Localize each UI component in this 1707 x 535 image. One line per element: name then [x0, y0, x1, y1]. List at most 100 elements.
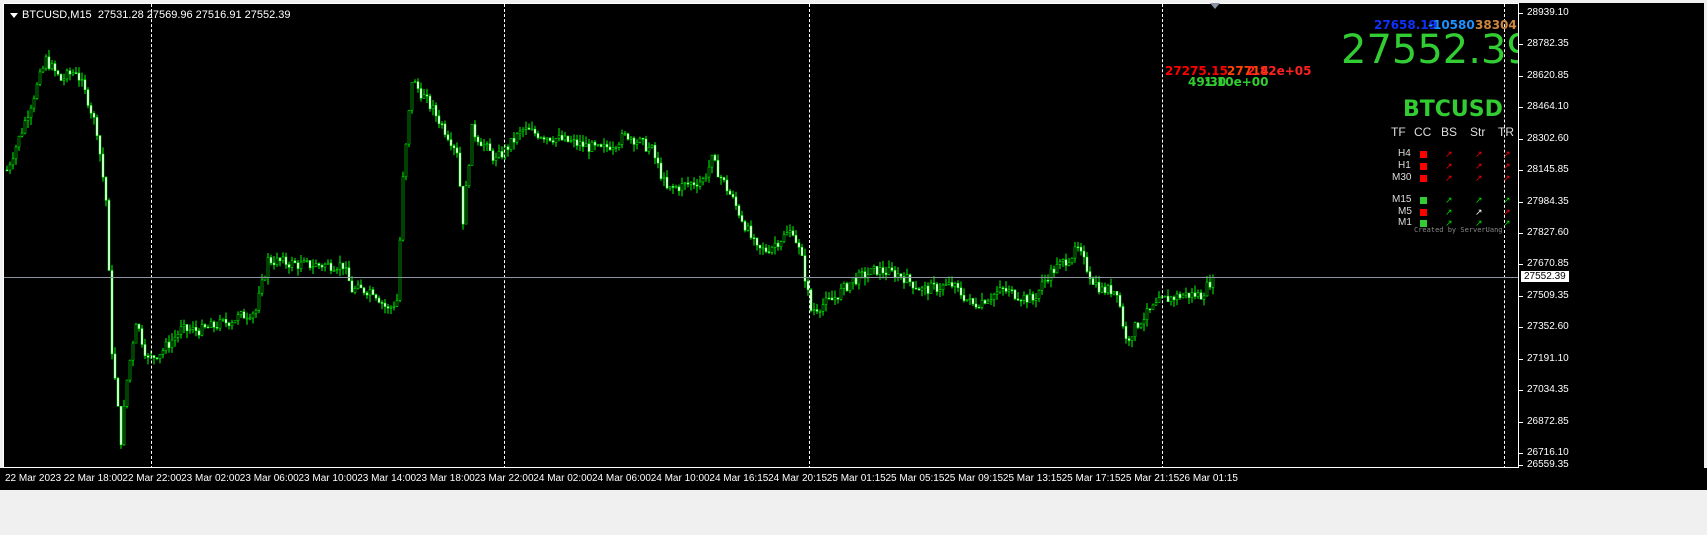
candle-body	[758, 244, 762, 249]
candle-body	[218, 319, 222, 329]
candle-body	[383, 302, 387, 307]
candle-body	[533, 128, 537, 134]
candle-body	[638, 137, 642, 143]
ohlc-values: 27531.28 27569.96 27516.91 27552.39	[97, 9, 291, 21]
candle-body	[716, 160, 720, 178]
candle-body	[500, 151, 504, 158]
price-tick-label: 27827.60	[1519, 227, 1569, 238]
candle-body	[74, 72, 78, 74]
candle-body	[554, 138, 558, 143]
candle-body	[449, 139, 453, 146]
candle-body	[692, 182, 696, 186]
candle-body	[254, 309, 258, 314]
candle-body	[1094, 281, 1098, 285]
day-separator	[504, 4, 505, 467]
candle-body	[536, 133, 540, 139]
candle-body	[1106, 285, 1110, 293]
price-tick-label: 27670.85	[1519, 258, 1569, 269]
candle-body	[305, 260, 309, 262]
time-tick-label: 24 Mar 02:00	[533, 473, 593, 484]
candle-body	[707, 166, 711, 178]
candle-body	[134, 323, 138, 344]
candle-body	[32, 98, 36, 109]
candle-body	[86, 89, 90, 106]
candle-body	[605, 144, 609, 148]
time-tick-label: 24 Mar 20:15	[768, 473, 828, 484]
candle-body	[941, 284, 945, 290]
candle-body	[788, 230, 792, 234]
candle-body	[365, 292, 369, 296]
candle-body	[728, 190, 732, 195]
candle-body	[11, 158, 15, 166]
candle-body	[338, 262, 342, 270]
candle-body	[1172, 296, 1176, 301]
candle-body	[308, 260, 312, 269]
candle-body	[62, 78, 66, 81]
price-tick-label: 28620.85	[1519, 70, 1569, 81]
candle-body	[674, 186, 678, 189]
candle-body	[509, 138, 513, 150]
candle-body	[56, 70, 60, 75]
candle-body	[812, 309, 816, 311]
candle-body	[956, 283, 960, 289]
candle-body	[227, 322, 231, 326]
candle-body	[596, 144, 600, 146]
candle-body	[938, 289, 942, 292]
candle-body	[995, 291, 999, 295]
candle-body	[1004, 288, 1008, 292]
candle-body	[932, 282, 936, 285]
candle-body	[140, 328, 144, 345]
candle-body	[209, 321, 213, 328]
candle-body	[326, 262, 330, 265]
candle-body	[1076, 246, 1080, 249]
candle-body	[335, 269, 339, 271]
candle-body	[1121, 306, 1125, 327]
candle-body	[479, 141, 483, 147]
candle-body	[1202, 295, 1206, 300]
candle-body	[1007, 289, 1011, 292]
candle-body	[386, 306, 390, 309]
candle-body	[653, 144, 657, 159]
time-tick-label: 22 Mar 18:00	[63, 473, 123, 484]
candle-body	[1142, 319, 1146, 325]
candle-body	[1130, 336, 1134, 341]
candle-body	[947, 282, 951, 285]
candle-body	[815, 309, 819, 312]
candle-body	[1127, 338, 1131, 341]
candle-body	[128, 359, 132, 381]
candle-body	[275, 257, 279, 266]
candle-body	[1211, 277, 1215, 288]
candle-body	[50, 63, 54, 70]
chart-area[interactable]: BTCUSD,M15 27531.28 27569.96 27516.91 27…	[3, 3, 1519, 468]
candle-body	[203, 324, 207, 328]
candle-body	[95, 117, 99, 136]
candle-body	[1136, 322, 1140, 328]
candle-body	[494, 156, 498, 161]
candle-body	[359, 284, 363, 289]
day-separator	[1504, 4, 1505, 467]
candle-body	[122, 406, 126, 446]
candle-body	[395, 300, 399, 307]
candle-body	[878, 267, 882, 275]
candle-body	[620, 133, 624, 145]
candle-body	[485, 143, 489, 145]
candle-body	[1040, 281, 1044, 291]
chart-shift-marker[interactable]	[1210, 3, 1220, 9]
candle-body	[1118, 295, 1122, 307]
candle-body	[743, 221, 747, 231]
candle-body	[419, 88, 423, 99]
candle-body	[188, 329, 192, 332]
candle-body	[302, 260, 306, 263]
candle-body	[71, 72, 75, 75]
dropdown-icon[interactable]	[10, 12, 18, 18]
candle-body	[1193, 292, 1197, 297]
candle-body	[467, 165, 471, 187]
candle-body	[1112, 291, 1116, 295]
candle-body	[791, 230, 795, 236]
candle-body	[950, 282, 954, 287]
candle-body	[632, 137, 636, 145]
candle-body	[251, 312, 255, 319]
candle-body	[1049, 268, 1053, 281]
candle-body	[953, 283, 957, 287]
candle-body	[401, 176, 405, 241]
